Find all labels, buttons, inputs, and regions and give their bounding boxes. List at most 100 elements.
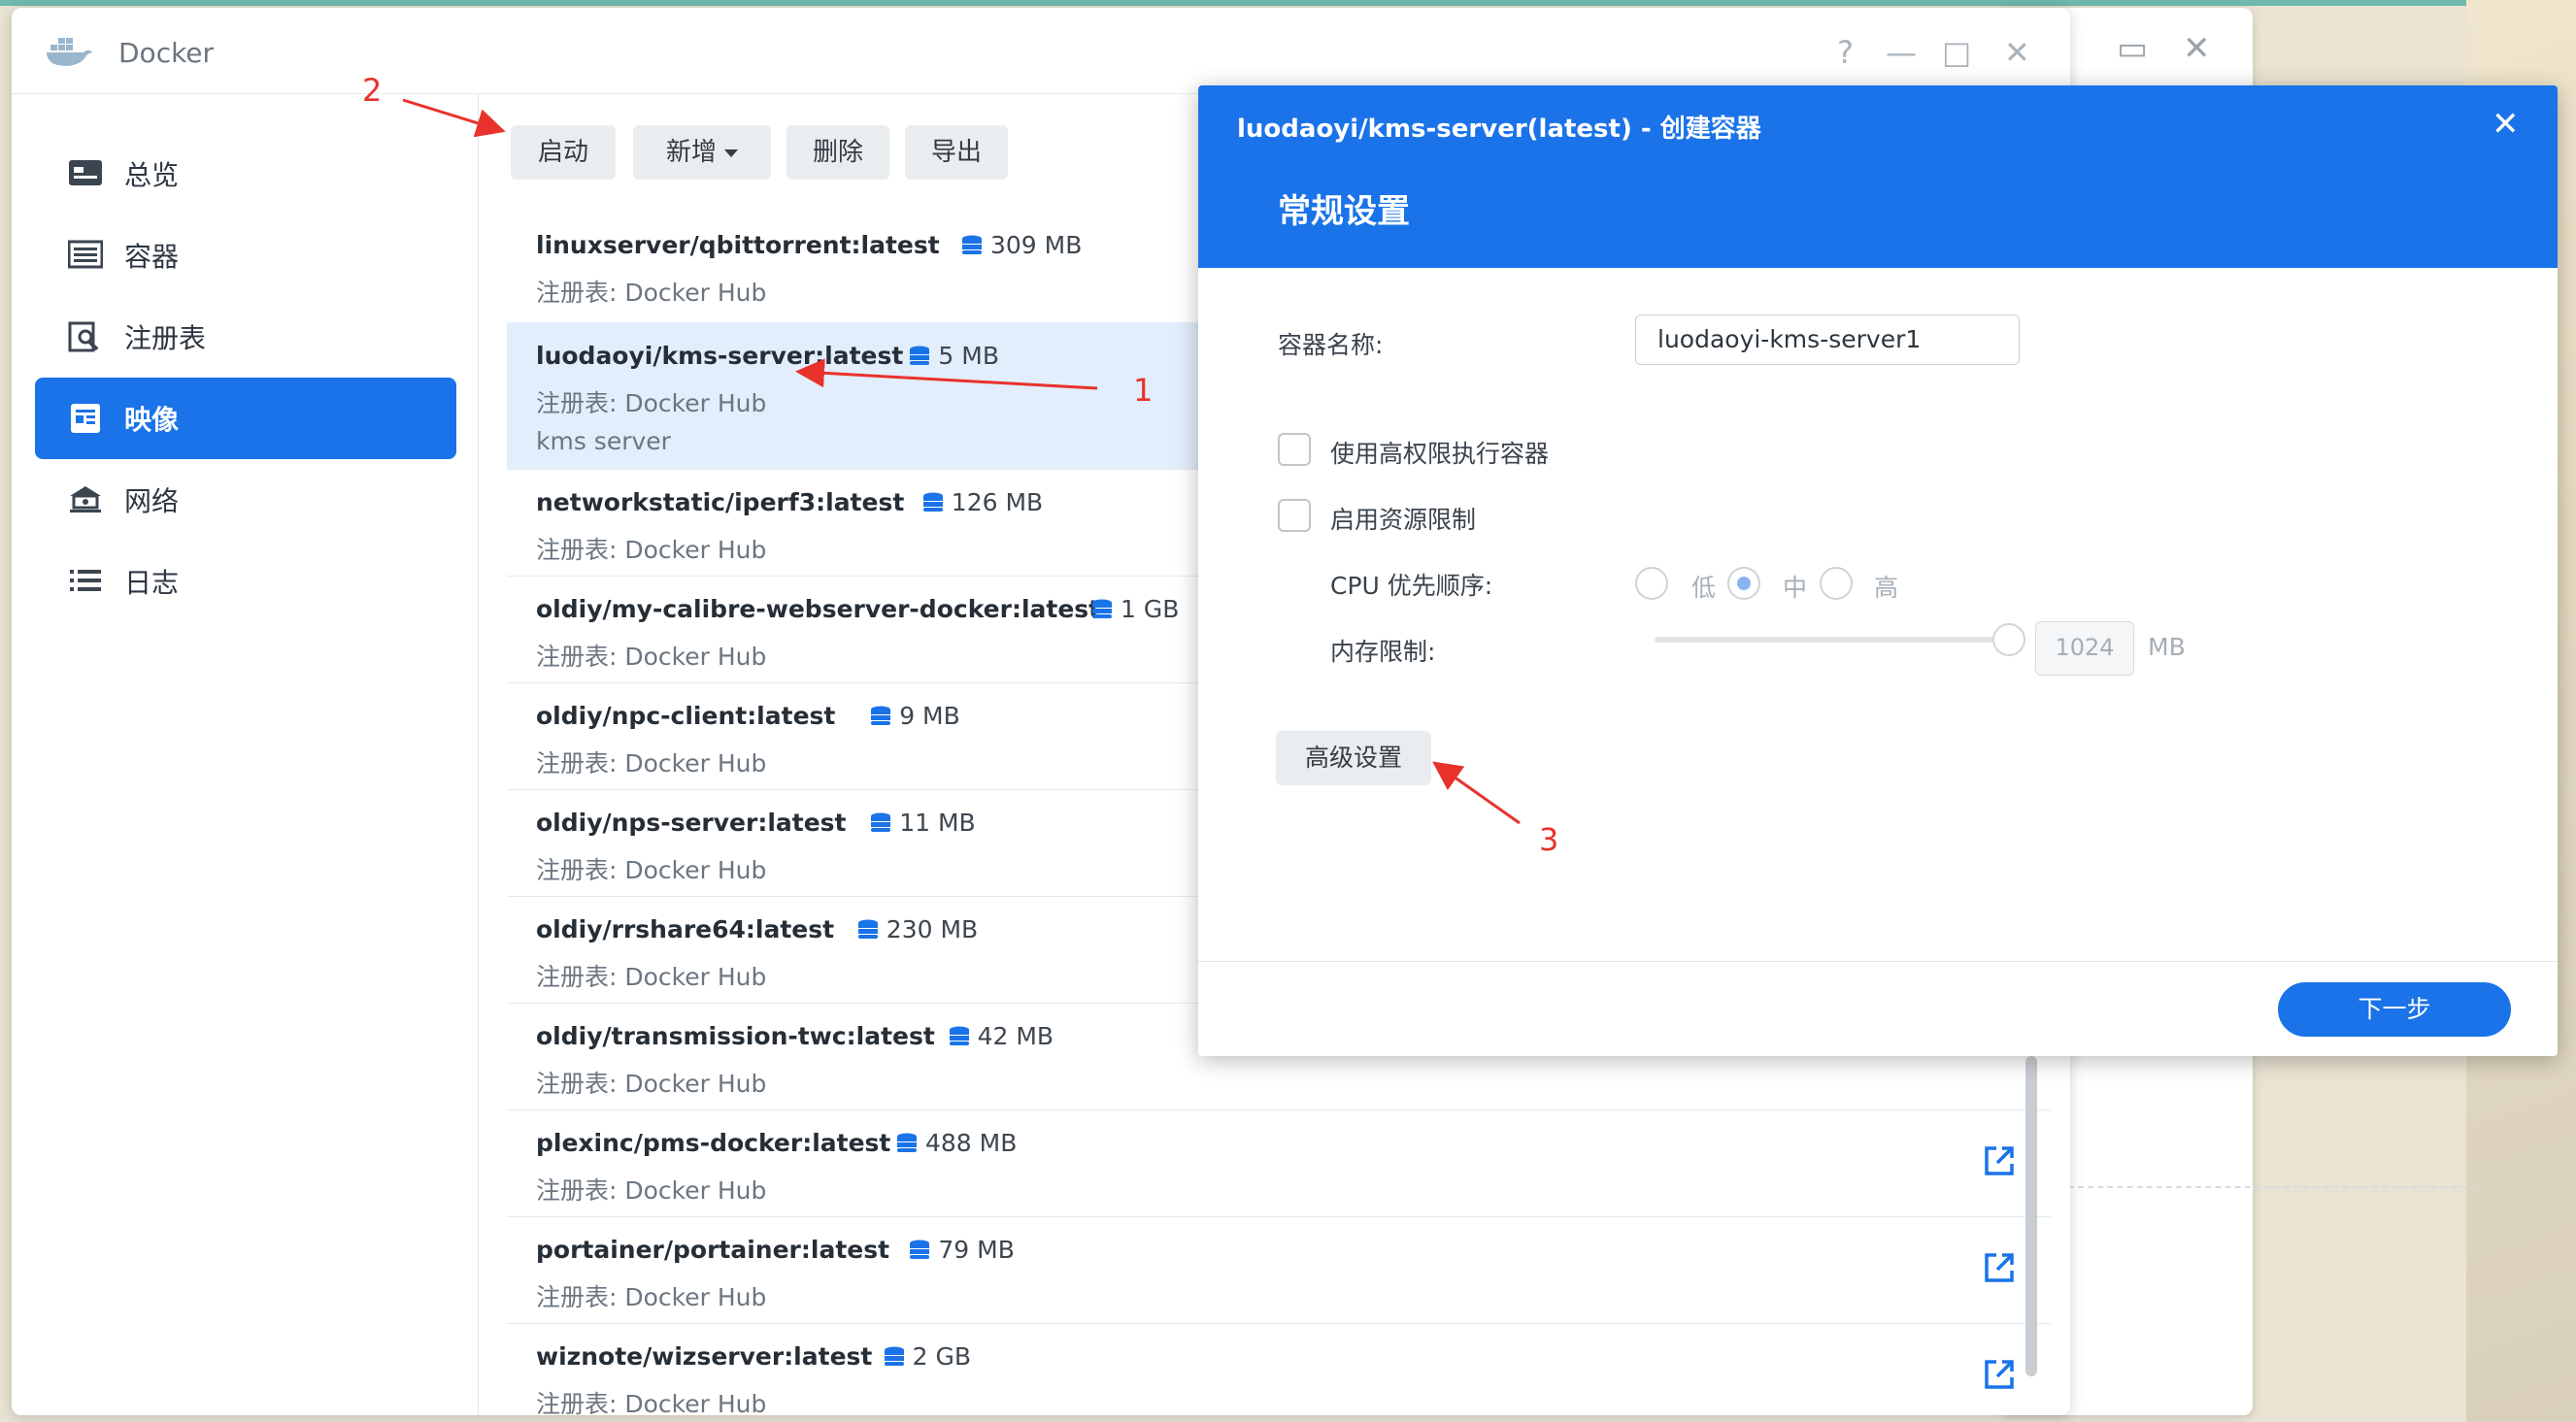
dialog-title: luodaoyi/kms-server(latest) - 创建容器 <box>1237 115 1761 144</box>
annotation-number: 2 <box>362 72 383 109</box>
advanced-settings-button[interactable]: 高级设置 <box>1276 731 1431 785</box>
sidebar-item-network[interactable]: 网络 <box>35 459 456 541</box>
image-registry: 注册表: Docker Hub <box>536 279 767 307</box>
sidebar-item-label: 容器 <box>124 241 180 273</box>
image-registry: 注册表: Docker Hub <box>536 1070 767 1098</box>
cpu-priority-label: CPU 优先顺序: <box>1330 572 1493 600</box>
container-name-label: 容器名称: <box>1278 331 1384 359</box>
database-icon <box>1092 599 1112 618</box>
memory-slider-handle[interactable] <box>1992 623 2025 656</box>
resource-limit-checkbox[interactable] <box>1278 499 1311 532</box>
image-size: 126 MB <box>951 488 1044 516</box>
cpu-low-radio[interactable] <box>1635 567 1668 600</box>
sidebar-item-image[interactable]: 映像 <box>35 378 456 459</box>
image-size: 230 MB <box>886 915 979 943</box>
image-name: oldiy/rrshare64:latest <box>536 915 835 943</box>
export-button[interactable]: 导出 <box>905 125 1008 180</box>
image-size: 488 MB <box>925 1129 1018 1157</box>
image-name: linuxserver/qbittorrent:latest <box>536 231 940 259</box>
image-registry: 注册表: Docker Hub <box>536 1283 767 1311</box>
image-registry: 注册表: Docker Hub <box>536 963 767 991</box>
cpu-high-radio[interactable] <box>1820 567 1853 600</box>
image-list-item[interactable]: wiznote/wizserver:latest 2 GB 注册表: Docker … <box>507 1323 2051 1415</box>
delete-button[interactable]: 删除 <box>786 125 889 180</box>
image-size: 11 MB <box>899 809 976 837</box>
container-name-field[interactable]: luodaoyi-kms-server1 <box>1635 314 2020 365</box>
annotation-number: 3 <box>1539 821 1559 858</box>
image-name: oldiy/nps-server:latest <box>536 809 847 837</box>
maximize-icon[interactable]: ▭ <box>2117 29 2148 68</box>
image-size: 309 MB <box>990 231 1083 259</box>
image-size: 9 MB <box>899 702 960 730</box>
add-dropdown-button[interactable]: 新增 <box>633 125 771 180</box>
privileged-label: 使用高权限执行容器 <box>1330 440 1550 468</box>
background-divider <box>2068 1186 2476 1188</box>
close-icon[interactable]: ✕ <box>2183 29 2211 68</box>
image-name: wiznote/wizserver:latest <box>536 1342 873 1371</box>
launch-button[interactable]: 启动 <box>511 125 616 180</box>
dialog-section-title: 常规设置 <box>1278 192 1410 231</box>
list-scrollbar[interactable] <box>2025 1056 2037 1376</box>
caret-down-icon <box>724 149 738 157</box>
image-name: networkstatic/iperf3:latest <box>536 488 905 516</box>
sidebar-item-overview[interactable]: 总览 <box>35 133 456 215</box>
image-size: 2 GB <box>912 1342 971 1371</box>
cpu-high-label: 高 <box>1874 574 1899 602</box>
overview-icon <box>68 158 103 189</box>
memory-slider-track[interactable] <box>1655 637 2010 643</box>
image-icon <box>68 403 103 434</box>
dialog-footer-divider <box>1198 961 2558 962</box>
image-list-item[interactable]: plexinc/pms-docker:latest 488 MB 注册表: Dock… <box>507 1109 2051 1217</box>
cpu-medium-radio[interactable] <box>1727 567 1760 600</box>
open-external-icon[interactable] <box>1983 1144 2016 1177</box>
minimize-icon[interactable]: — <box>1886 33 1917 72</box>
close-icon[interactable]: ✕ <box>2004 33 2030 72</box>
sidebar-item-label: 日志 <box>124 567 180 599</box>
close-icon[interactable]: ✕ <box>2492 107 2520 142</box>
create-container-dialog: luodaoyi/kms-server(latest) - 创建容器 ✕ 常规设… <box>1198 85 2558 1056</box>
privileged-checkbox[interactable] <box>1278 433 1311 466</box>
database-icon <box>922 492 943 512</box>
window-titlebar: Docker ? — □ ✕ <box>12 8 2070 94</box>
database-icon <box>962 235 982 254</box>
sidebar-item-registry[interactable]: 注册表 <box>35 296 456 378</box>
memory-limit-label: 内存限制: <box>1330 638 1436 666</box>
image-name: oldiy/npc-client:latest <box>536 702 836 730</box>
database-icon <box>871 812 891 832</box>
database-icon <box>910 346 930 365</box>
window-title: Docker <box>118 37 215 69</box>
network-icon <box>68 484 103 515</box>
sidebar-item-label: 映像 <box>124 404 180 436</box>
sidebar-item-label: 总览 <box>124 159 180 191</box>
image-registry: 注册表: Docker Hub <box>536 1176 767 1205</box>
image-registry: 注册表: Docker Hub <box>536 389 767 417</box>
database-icon <box>949 1026 969 1045</box>
image-name: oldiy/my-calibre-webserver-docker:latest <box>536 595 1101 623</box>
image-size: 42 MB <box>977 1022 1054 1050</box>
database-icon <box>897 1133 917 1152</box>
container-icon <box>67 240 104 271</box>
database-icon <box>857 919 878 939</box>
image-name: plexinc/pms-docker:latest <box>536 1129 891 1157</box>
memory-limit-input[interactable]: 1024 <box>2035 621 2134 676</box>
image-list-item[interactable]: portainer/portainer:latest 79 MB 注册表: Dock… <box>507 1216 2051 1324</box>
image-registry: 注册表: Docker Hub <box>536 536 767 564</box>
image-name: portainer/portainer:latest <box>536 1236 890 1264</box>
image-size: 5 MB <box>938 342 999 370</box>
maximize-icon[interactable]: □ <box>1942 33 1971 72</box>
next-button[interactable]: 下一步 <box>2278 982 2511 1037</box>
database-icon <box>910 1240 930 1259</box>
sidebar-item-container[interactable]: 容器 <box>35 215 456 296</box>
help-icon[interactable]: ? <box>1837 33 1854 72</box>
sidebar: 总览 容器 注册表 映像 网络 日志 <box>12 94 479 1415</box>
sidebar-item-log[interactable]: 日志 <box>35 541 456 622</box>
cpu-medium-label: 中 <box>1783 574 1808 602</box>
cpu-low-label: 低 <box>1691 574 1717 602</box>
desktop-background <box>0 0 2576 6</box>
open-external-icon[interactable] <box>1983 1251 2016 1284</box>
open-external-icon[interactable] <box>1983 1358 2016 1391</box>
memory-unit-label: MB <box>2148 633 2186 661</box>
image-registry: 注册表: Docker Hub <box>536 643 767 671</box>
resource-limit-label: 启用资源限制 <box>1330 506 1477 534</box>
registry-icon <box>68 321 103 352</box>
